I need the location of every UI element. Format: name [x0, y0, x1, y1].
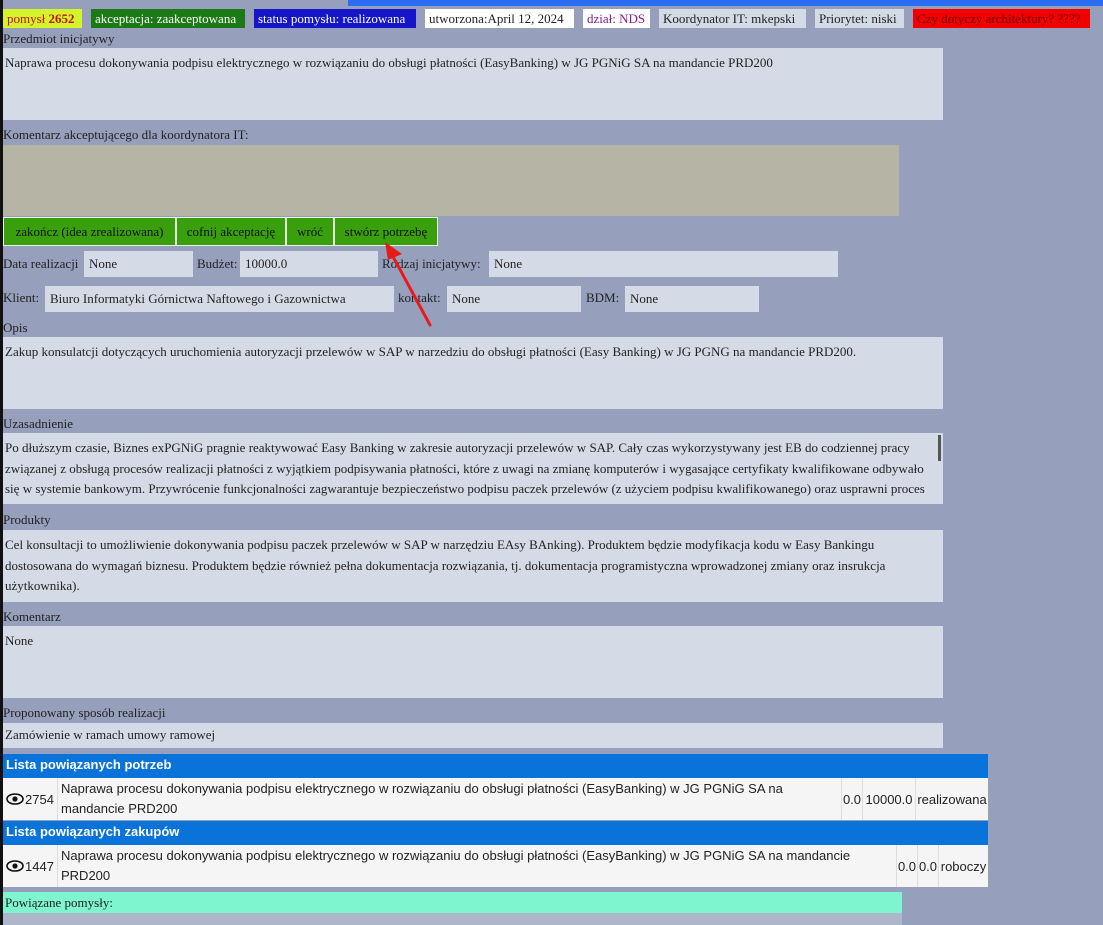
purchase-value-2: 0.0 — [918, 845, 939, 887]
status-badge: status pomysłu: realizowana — [254, 9, 416, 28]
need-id: 2754 — [25, 778, 58, 820]
coordinator-comment-label: Komentarz akceptującego dla koordynatora… — [3, 127, 249, 142]
purchase-status: roboczy — [940, 858, 987, 874]
realization-date-label: Data realizacji — [3, 256, 79, 271]
coordinator-comment-field[interactable] — [3, 145, 899, 216]
purchase-value-1: 0.0 — [897, 845, 918, 887]
eye-icon[interactable] — [5, 778, 25, 820]
client-label: Klient: — [3, 290, 40, 305]
contact-field[interactable]: None — [447, 286, 581, 312]
justification-field[interactable]: Po dłuższym czasie, Biznes exPGNiG pragn… — [3, 433, 943, 504]
budget-field[interactable]: 10000.0 — [240, 251, 378, 277]
idea-number: 2652 — [48, 11, 75, 26]
priority-badge: Priorytet: niski — [815, 9, 904, 28]
purchase-id: 1447 — [25, 845, 58, 887]
subject-label: Przedmiot inicjatywy — [3, 31, 115, 46]
bdm-field[interactable]: None — [625, 286, 759, 312]
coordinator-badge: Koordynator IT: mkepski — [659, 9, 806, 28]
need-title: Naprawa procesu dokonywania podpisu elek… — [58, 778, 842, 820]
purchase-title: Naprawa procesu dokonywania podpisu elek… — [58, 845, 897, 887]
annotation-arrow-icon — [385, 242, 432, 327]
description-field[interactable]: Zakup konsulatcji dotyczących uruchomien… — [3, 337, 943, 409]
top-accent-line — [348, 0, 1103, 6]
proposed-realization-field[interactable]: Zamówienie w ramach umowy ramowej — [3, 723, 943, 748]
idea-badge-label: pomysł — [7, 11, 46, 26]
related-purchases-header: Lista powiązanych zakupów — [3, 821, 988, 845]
related-ideas-panel: Powiązane pomysły: — [3, 892, 902, 925]
eye-icon[interactable] — [5, 845, 25, 887]
table-row[interactable]: 1447 Naprawa procesu dokonywania podpisu… — [3, 845, 988, 887]
justification-label: Uzasadnienie — [3, 416, 74, 431]
comment-label: Komentarz — [3, 609, 61, 624]
description-label: Opis — [3, 320, 28, 335]
table-row[interactable]: 2754 Naprawa procesu dokonywania podpisu… — [3, 778, 988, 820]
related-ideas-list — [3, 913, 902, 925]
revoke-acceptance-button[interactable]: cofnij akceptację — [176, 217, 286, 246]
client-field[interactable]: Biuro Informatyki Górnictwa Naftowego i … — [45, 286, 394, 312]
need-value-2: 10000.0 — [863, 778, 916, 820]
back-button[interactable]: wróć — [286, 217, 334, 246]
comment-field[interactable]: None — [3, 626, 943, 698]
products-label: Produkty — [3, 512, 51, 527]
proposed-realization-label: Proponowany sposób realizacji — [3, 705, 166, 720]
department-badge: dział: NDS — [583, 9, 650, 28]
related-ideas-label: Powiązane pomysły: — [5, 895, 113, 910]
created-date-badge: utworzona:April 12, 2024 — [425, 9, 574, 28]
justification-text: Po dłuższym czasie, Biznes exPGNiG pragn… — [5, 440, 925, 504]
subject-field[interactable]: Naprawa procesu dokonywania podpisu elek… — [3, 48, 943, 120]
need-value-1: 0.0 — [842, 778, 863, 820]
realization-date-field[interactable]: None — [84, 251, 193, 277]
architecture-badge: Czy dotyczy architektury? ???? — [913, 9, 1090, 28]
justification-scrollbar[interactable] — [938, 435, 941, 461]
budget-label: Budżet: — [197, 256, 238, 271]
acceptance-badge: akceptacja: zaakceptowana — [91, 9, 245, 28]
related-needs-header: Lista powiązanych potrzeb — [3, 754, 988, 778]
idea-badge: pomysł 2652 — [3, 9, 82, 28]
finish-idea-button[interactable]: zakończ (idea zrealizowana) — [3, 217, 176, 246]
bdm-label: BDM: — [586, 290, 620, 305]
products-field[interactable]: Cel konsultacji to umożliwienie dokonywa… — [3, 530, 943, 602]
need-status: realizowana — [917, 791, 987, 807]
initiative-type-field[interactable]: None — [489, 251, 838, 277]
